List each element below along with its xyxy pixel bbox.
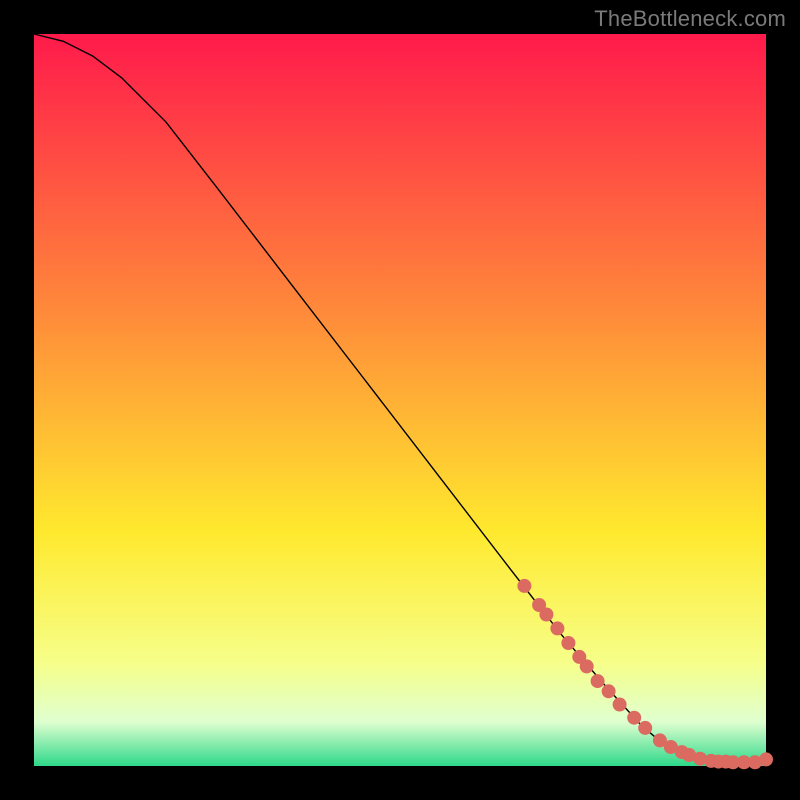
- plot-area: [34, 34, 766, 766]
- marker-point: [627, 711, 641, 725]
- marker-point: [591, 674, 605, 688]
- marker-point: [759, 752, 773, 766]
- marker-point: [561, 636, 575, 650]
- marker-point: [638, 721, 652, 735]
- marker-point: [580, 659, 594, 673]
- marker-point: [539, 608, 553, 622]
- marker-point: [517, 579, 531, 593]
- attribution-label: TheBottleneck.com: [594, 6, 786, 32]
- plot-svg: [34, 34, 766, 766]
- curve-markers: [517, 579, 773, 769]
- bottleneck-curve: [34, 34, 766, 762]
- marker-point: [550, 621, 564, 635]
- marker-point: [613, 698, 627, 712]
- marker-point: [602, 684, 616, 698]
- chart-frame: TheBottleneck.com: [0, 0, 800, 800]
